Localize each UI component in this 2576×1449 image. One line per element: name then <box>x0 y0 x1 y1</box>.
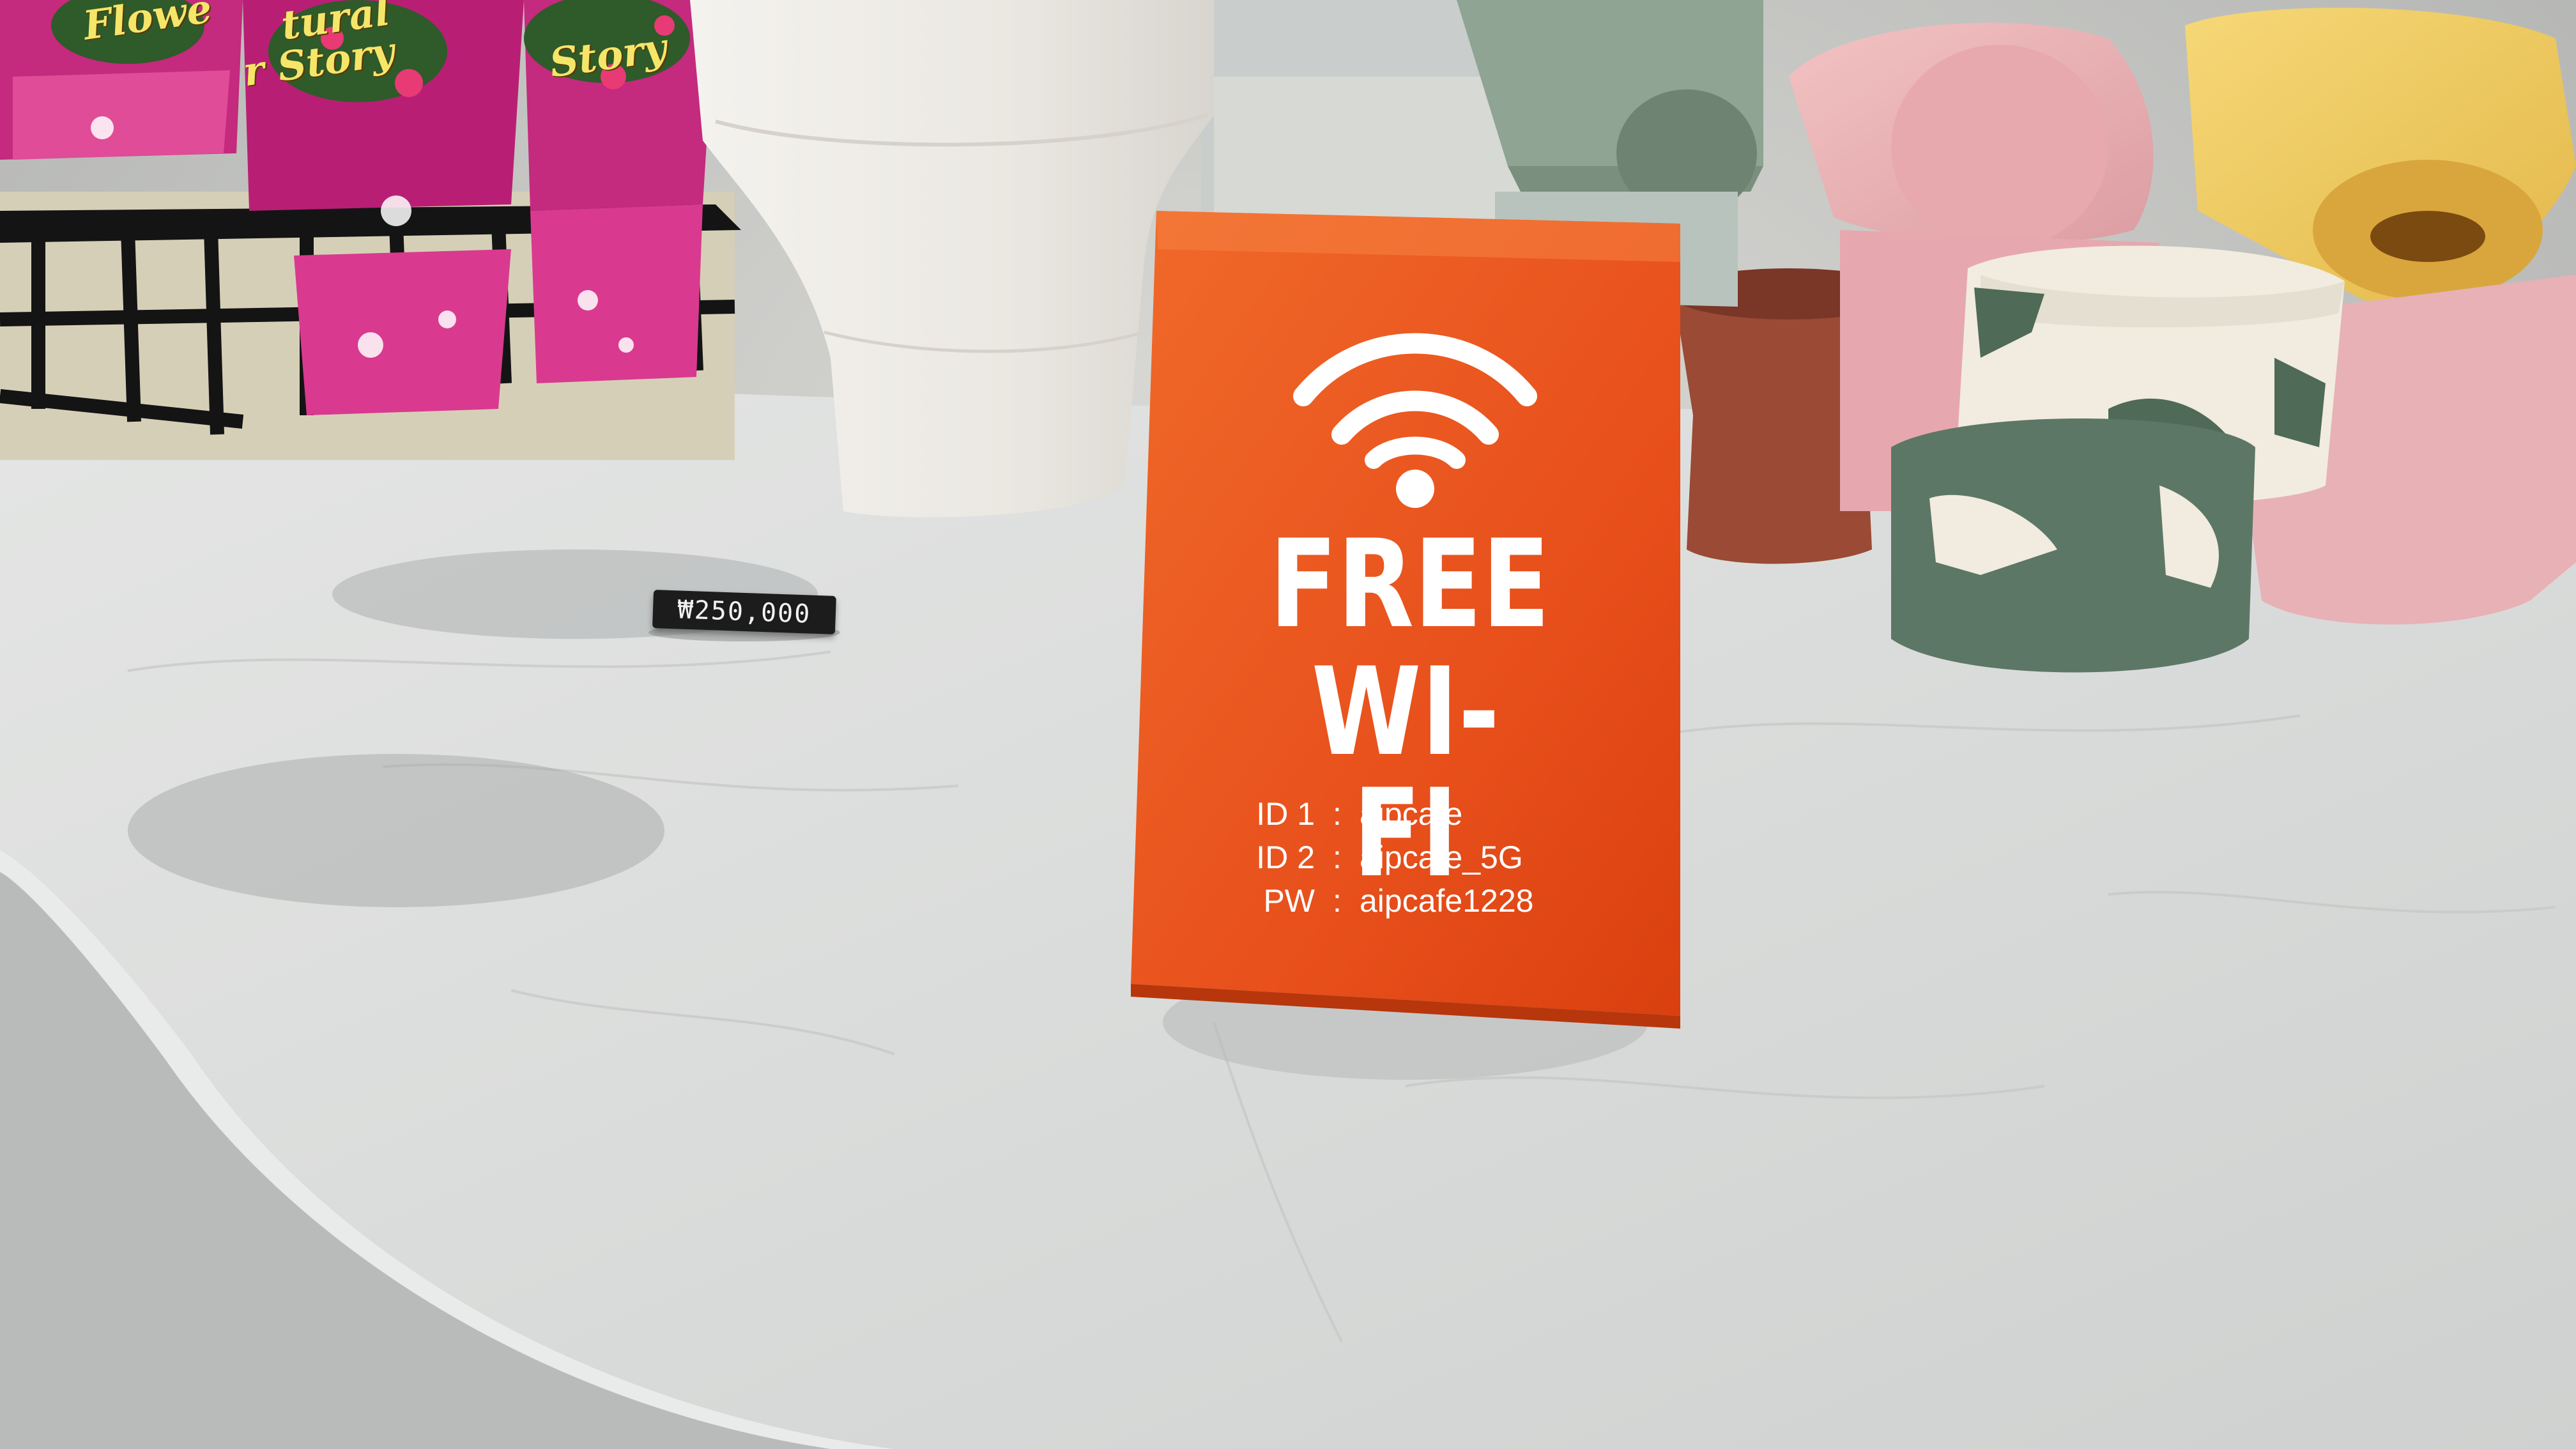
credential-value: aipcafe1228 <box>1360 883 1534 919</box>
credential-row: ID 2 : aipcafe_5G <box>1233 836 1591 879</box>
credential-row: PW : aipcafe1228 <box>1233 879 1591 923</box>
credential-key: ID 1 <box>1256 796 1315 832</box>
sign-title-free: FREE <box>1269 514 1551 655</box>
credential-key: PW <box>1263 883 1315 919</box>
price-tag-text: ₩250,000 <box>677 595 812 629</box>
credential-separator: : <box>1333 796 1342 832</box>
wifi-credentials: ID 1 : aipcafe ID 2 : aipcafe_5G PW : ai… <box>1233 792 1591 923</box>
credential-value: aipcafe_5G <box>1360 839 1523 875</box>
credential-key: ID 2 <box>1256 839 1315 875</box>
credential-value: aipcafe <box>1360 796 1463 832</box>
price-tag: ₩250,000 <box>652 590 836 634</box>
credential-row: ID 1 : aipcafe <box>1233 792 1591 836</box>
credential-separator: : <box>1333 883 1342 919</box>
credential-separator: : <box>1333 839 1342 875</box>
